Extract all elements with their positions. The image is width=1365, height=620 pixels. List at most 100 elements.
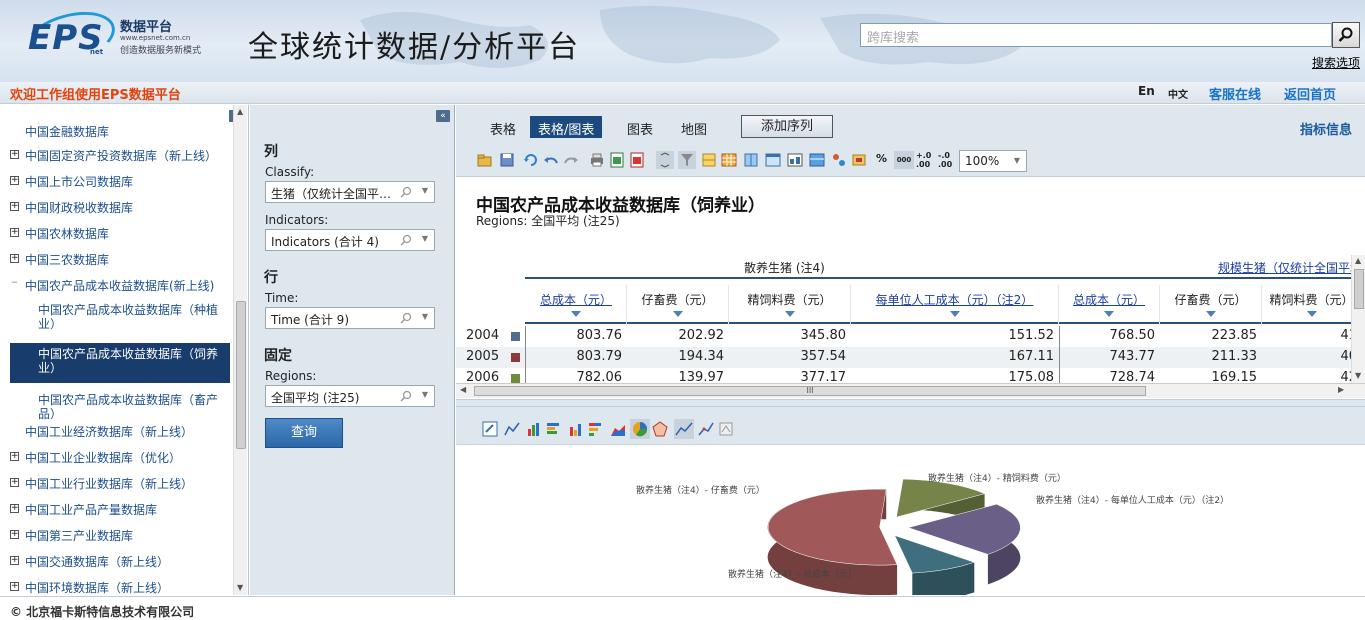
sort-down-icon[interactable] [784, 311, 795, 317]
indicator-info-link[interactable]: 指标信息 [1300, 119, 1352, 138]
panel-splitter[interactable] [456, 399, 1365, 407]
scroll-right-icon[interactable]: ▶ [1338, 385, 1344, 394]
column-header[interactable]: 精饲料费（元） [1262, 285, 1351, 325]
bar-chart-icon[interactable] [526, 421, 542, 437]
chevron-down-icon[interactable]: ▼ [1014, 156, 1020, 165]
table-row[interactable]: 2006 782.06 139.97 377.17 175.08 728.74 169.15… [456, 368, 1351, 383]
line-chart-icon[interactable] [504, 421, 520, 437]
chart-settings-icon[interactable] [482, 421, 498, 437]
undo-icon[interactable] [542, 151, 560, 169]
expand-icon[interactable]: + [10, 452, 19, 461]
expand-icon[interactable]: + [10, 150, 19, 159]
table-cell[interactable]: 377.17 [729, 370, 847, 383]
decrease-decimal-icon[interactable]: -.0.00 [938, 151, 956, 169]
chart-export-icon[interactable] [718, 421, 734, 437]
table-cell[interactable]: 151.52 [851, 328, 1055, 343]
sort-down-icon[interactable] [949, 311, 960, 317]
table-cell[interactable]: 728.74 [1059, 370, 1156, 383]
radar-chart-icon[interactable] [652, 421, 668, 437]
scroll-down-icon[interactable]: ▼ [1355, 371, 1361, 380]
area-chart-icon[interactable] [610, 421, 626, 437]
table-cell[interactable]: 169.15 [1160, 370, 1258, 383]
columns-icon[interactable] [742, 151, 760, 169]
expand-icon[interactable]: + [10, 254, 19, 263]
column-header[interactable]: 每单位人工成本（元）（注2） [851, 285, 1059, 325]
scatter-chart-icon[interactable] [698, 421, 714, 437]
excel-export-icon[interactable] [608, 151, 626, 169]
column-group-header-link[interactable]: 规模生猪（仅统计全国平均） [1218, 259, 1351, 276]
column-chart-icon[interactable] [568, 421, 584, 437]
search-options-link[interactable]: 搜索选项 [1312, 54, 1360, 71]
expand-icon[interactable]: + [10, 582, 19, 591]
expand-icon[interactable]: + [10, 228, 19, 237]
add-series-button[interactable]: 添加序列 [741, 115, 833, 138]
horizontal-bar-chart-icon[interactable] [546, 421, 562, 437]
expand-icon[interactable]: + [10, 478, 19, 487]
chevron-down-icon[interactable]: ▼ [422, 186, 428, 195]
search-button[interactable] [1332, 22, 1360, 48]
collapse-icon[interactable]: − [10, 279, 19, 289]
chevron-down-icon[interactable]: ▼ [422, 312, 428, 321]
column-header[interactable]: 总成本（元） [526, 285, 627, 325]
sidebar-scrollbar[interactable]: ▲ ▼ [233, 105, 247, 595]
sidebar-sub-item[interactable]: 中国农产品成本收益数据库（种植业） [38, 303, 224, 331]
column-header[interactable]: 总成本（元） [1059, 285, 1160, 325]
scroll-thumb[interactable] [1354, 269, 1364, 309]
table-cell[interactable]: 803.79 [526, 349, 623, 364]
increase-decimal-icon[interactable]: +.0.00 [916, 151, 934, 169]
table-cell[interactable]: 803.76 [526, 328, 623, 343]
calculate-icon[interactable] [830, 151, 848, 169]
search-input[interactable]: 跨库搜索 [860, 23, 1332, 47]
table-cell[interactable]: 40 [1262, 349, 1351, 364]
freeze-icon[interactable] [700, 151, 718, 169]
tab-table[interactable]: 表格 [482, 116, 524, 138]
sort-icon[interactable] [656, 151, 674, 169]
expand-icon[interactable]: + [10, 202, 19, 211]
table-cell[interactable]: 345.80 [729, 328, 847, 343]
table-cell[interactable]: 768.50 [1059, 328, 1156, 343]
sort-down-icon[interactable] [1205, 311, 1216, 317]
tab-map[interactable]: 地图 [673, 116, 715, 138]
collapse-panel-icon[interactable]: « [436, 110, 450, 122]
thousands-separator-icon[interactable]: 000 [894, 151, 914, 169]
table-cell[interactable]: 175.08 [851, 370, 1055, 383]
scroll-thumb[interactable] [236, 301, 246, 449]
customer-service-link[interactable]: 客服在线 [1209, 84, 1261, 103]
table-cell[interactable]: 743.77 [1059, 349, 1156, 364]
print-icon[interactable] [588, 151, 606, 169]
table-cell[interactable]: 782.06 [526, 370, 623, 383]
percent-icon[interactable]: % [876, 152, 894, 170]
tab-table-chart[interactable]: 表格/图表 [530, 116, 603, 138]
indicators-select[interactable]: Indicators (合计 4) ▼ [265, 229, 435, 251]
table-cell[interactable]: 41 [1262, 328, 1351, 343]
redo-icon[interactable] [562, 151, 580, 169]
pivot-icon[interactable] [786, 151, 804, 169]
sort-down-icon[interactable] [1306, 311, 1317, 317]
lang-en-link[interactable]: En [1138, 84, 1155, 98]
classify-select[interactable]: 生猪（仅统计全国平均） ▼ [265, 181, 435, 203]
table-cell[interactable]: 202.92 [627, 328, 725, 343]
save-icon[interactable] [498, 151, 516, 169]
sidebar-item-selected[interactable]: 中国农产品成本收益数据库（饲养业） [10, 343, 230, 383]
stacked-bar-chart-icon[interactable] [588, 421, 604, 437]
open-folder-icon[interactable] [476, 151, 494, 169]
sidebar-sub-item[interactable]: 中国农产品成本收益数据库（畜产品） [38, 393, 224, 421]
regions-select[interactable]: 全国平均 (注25) ▼ [265, 385, 435, 407]
expand-icon[interactable]: + [10, 176, 19, 185]
chevron-down-icon[interactable]: ▼ [422, 390, 428, 399]
scroll-down-icon[interactable]: ▼ [237, 583, 243, 592]
table-icon[interactable] [764, 151, 782, 169]
eps-logo[interactable]: EPS net 数据平台 www.epsnet.com.cn 创造数据服务新模式 [19, 2, 208, 74]
table-row[interactable]: 2004 803.76 202.92 345.80 151.52 768.50 223.85… [456, 326, 1351, 347]
sort-down-icon[interactable] [1104, 311, 1114, 317]
table-vertical-scrollbar[interactable]: ▲ ▼ [1351, 255, 1365, 383]
expand-icon[interactable]: + [10, 504, 19, 513]
layout-icon[interactable] [808, 151, 826, 169]
scroll-thumb[interactable]: III [474, 386, 1146, 396]
table-row[interactable]: 2005 803.79 194.34 357.54 167.11 743.77 211.33… [456, 347, 1351, 368]
home-link[interactable]: 返回首页 [1284, 84, 1336, 103]
filter-icon[interactable] [678, 151, 696, 169]
table-cell[interactable]: 211.33 [1160, 349, 1258, 364]
table-cell[interactable]: 223.85 [1160, 328, 1258, 343]
table-cell[interactable]: 194.34 [627, 349, 725, 364]
